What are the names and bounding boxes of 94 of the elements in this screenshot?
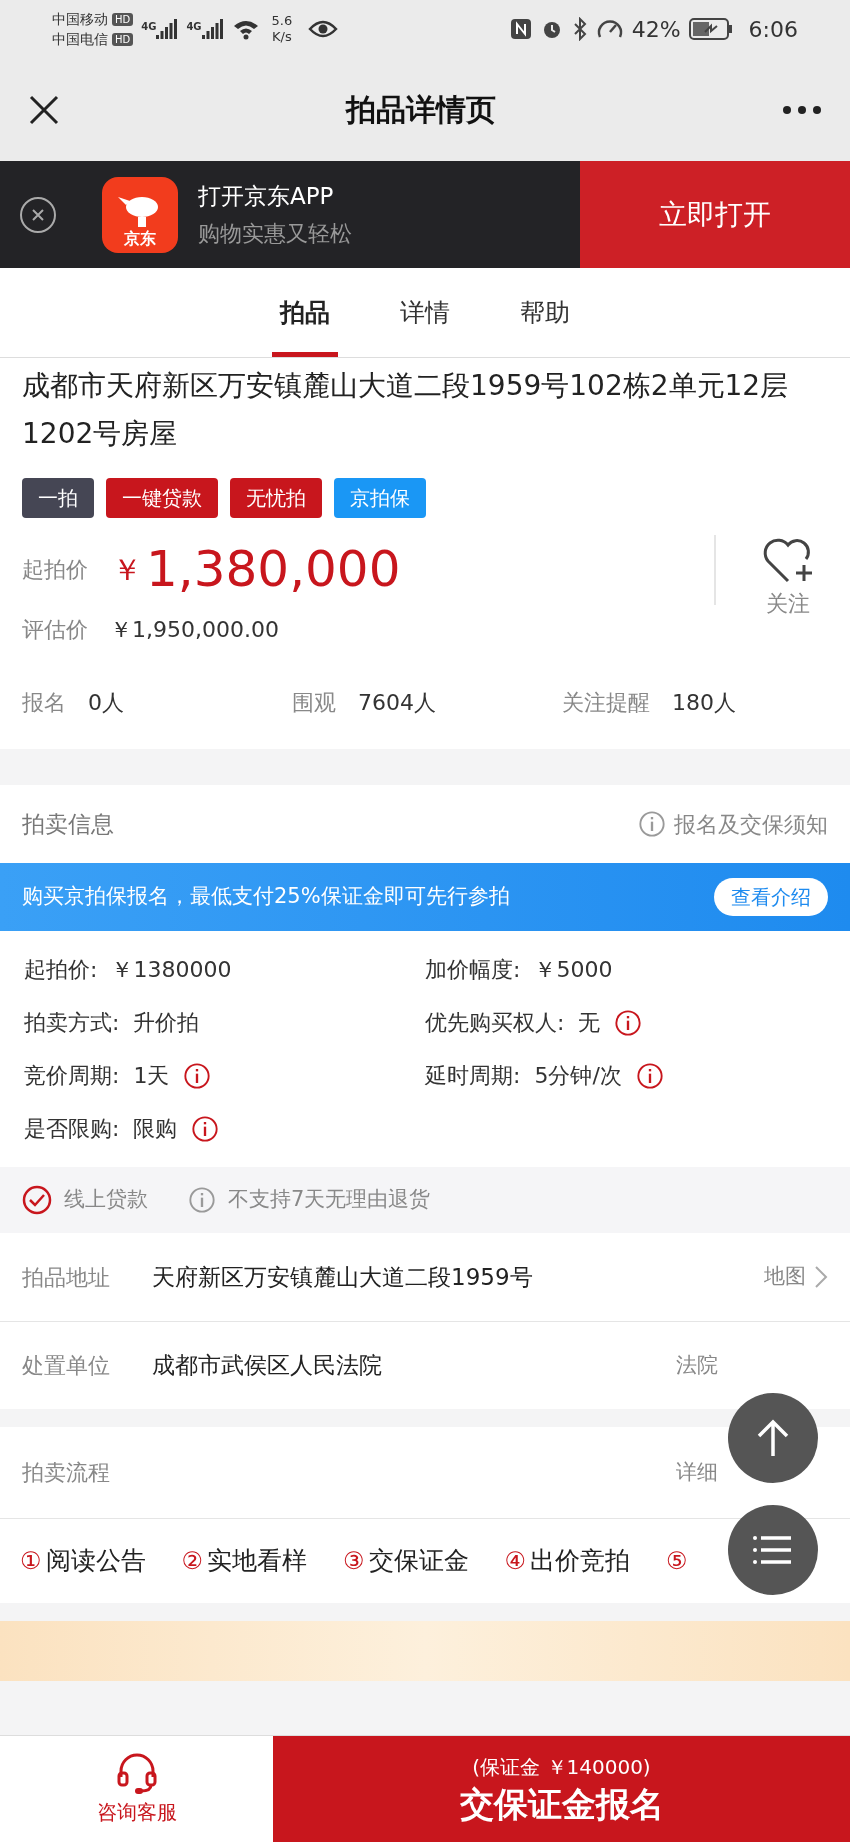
arrow-up-icon xyxy=(755,1418,791,1458)
network-label: 4G xyxy=(141,20,157,34)
section-title: 拍卖信息 xyxy=(22,809,114,839)
promo-text: 购买京拍保报名，最低支付25%保证金即可先行参拍 xyxy=(22,883,510,911)
item-title: 成都市天府新区万安镇麓山大道二段1959号102栋2单元12层1202号房屋 xyxy=(22,368,790,452)
chevron-icon xyxy=(814,1265,828,1289)
step-number: ① xyxy=(20,1546,42,1577)
row-link[interactable]: 法院 xyxy=(676,1349,718,1382)
signal-icon xyxy=(201,19,224,39)
hd-badge: HD xyxy=(112,12,134,26)
open-app-button[interactable]: 立即打开 xyxy=(580,161,850,268)
step-number: ④ xyxy=(504,1546,527,1577)
view-intro-button[interactable]: 查看介绍 xyxy=(714,878,828,916)
field-value: ￥1380000 xyxy=(111,956,232,984)
field-label: 加价幅度: xyxy=(425,956,521,984)
field-value: 限购 xyxy=(133,1115,178,1143)
banner-title: 打开京东APP xyxy=(198,181,335,211)
tab[interactable]: 详情 xyxy=(392,268,458,357)
info-icon xyxy=(188,1186,216,1214)
battery-percent: 42% xyxy=(631,15,681,44)
row-value: 成都市武侯区人民法院 xyxy=(152,1351,382,1381)
field-value: 无 xyxy=(578,1009,601,1037)
signal-icon xyxy=(156,19,179,39)
deposit-amount: (保证金 ￥140000) xyxy=(472,1754,651,1781)
stat-label: 关注提醒 xyxy=(562,689,650,717)
info-icon xyxy=(638,810,666,838)
speed-unit: K/s xyxy=(272,29,292,45)
dismiss-button[interactable] xyxy=(20,196,56,233)
step-label: 交保证金 xyxy=(368,1545,469,1578)
step-number: ⑤ xyxy=(666,1546,688,1577)
battery-icon xyxy=(688,18,733,40)
feature-label: 不支持7天无理由退货 xyxy=(228,1186,431,1214)
row-value: 天府新区万安镇麓山大道二段1959号 xyxy=(152,1262,533,1292)
info-icon xyxy=(614,1008,643,1037)
menu-icon xyxy=(753,1533,793,1567)
stat-label: 报名 xyxy=(22,689,66,717)
step-label: 实地看样 xyxy=(207,1545,308,1578)
tab[interactable]: 帮助 xyxy=(512,268,578,357)
clock-time: 6:06 xyxy=(748,15,798,44)
info-icon xyxy=(635,1061,664,1090)
stat-value: 0人 xyxy=(88,689,124,717)
step-number: ③ xyxy=(343,1546,365,1577)
network-label: 4G xyxy=(186,20,202,34)
step-label: 阅读公告 xyxy=(45,1545,146,1578)
start-price: 1,380,000 xyxy=(146,539,401,600)
currency-symbol: ￥ xyxy=(112,551,142,589)
field-label: 竞价周期: xyxy=(24,1062,120,1090)
carrier-name: 中国移动 xyxy=(52,10,108,29)
close-icon xyxy=(28,93,60,126)
estimate-label: 评估价 xyxy=(22,616,88,644)
estimate-price: ￥1,950,000.00 xyxy=(110,616,279,644)
logo-text: 京东 xyxy=(124,228,156,249)
tag: 一键贷款 xyxy=(106,478,218,518)
register-label: 交保证金报名 xyxy=(459,1783,664,1826)
field-label: 是否限购: xyxy=(24,1115,120,1143)
field-value: 5分钟/次 xyxy=(534,1062,622,1090)
field-value: ￥5000 xyxy=(534,956,613,984)
field-label: 拍卖方式: xyxy=(24,1009,120,1037)
info-icon xyxy=(191,1114,220,1143)
notice-link[interactable]: 报名及交保须知 xyxy=(638,807,828,841)
field-label: 优先购买权人: xyxy=(425,1009,565,1037)
row-link[interactable]: 地图 xyxy=(764,1261,828,1293)
more-icon xyxy=(782,104,822,115)
info-icon xyxy=(183,1061,212,1090)
section-title: 拍卖流程 xyxy=(22,1459,110,1487)
price-label: 起拍价 xyxy=(22,556,88,584)
tag: 无忧拍 xyxy=(230,478,322,518)
stat-value: 7604人 xyxy=(358,689,436,717)
banner-subtitle: 购物实惠又轻松 xyxy=(198,220,352,249)
field-value: 升价拍 xyxy=(133,1009,200,1037)
close-icon xyxy=(31,207,45,222)
network-speed: 5.6 xyxy=(271,13,293,29)
customer-service-button[interactable]: 咨询客服 xyxy=(0,1736,273,1842)
field-label: 延时周期: xyxy=(425,1062,521,1090)
feature-label: 线上贷款 xyxy=(64,1186,148,1214)
eye-icon xyxy=(308,19,339,39)
follow-button[interactable]: 关注 xyxy=(760,534,816,620)
page-title: 拍品详情页 xyxy=(344,91,497,129)
field-label: 起拍价: xyxy=(24,956,98,984)
stat-value: 180人 xyxy=(672,689,736,717)
step-label: 出价竞拍 xyxy=(530,1545,631,1578)
register-button[interactable]: (保证金 ￥140000) 交保证金报名 xyxy=(273,1736,850,1842)
row-label: 拍品地址 xyxy=(22,1263,111,1292)
field-value: 1天 xyxy=(133,1062,170,1090)
nfc-icon xyxy=(509,18,532,40)
hd-badge: HD xyxy=(112,32,134,46)
row-label: 处置单位 xyxy=(22,1352,111,1380)
process-link[interactable]: 详细 xyxy=(676,1456,718,1489)
step-number: ② xyxy=(181,1546,204,1577)
carrier-name: 中国电信 xyxy=(52,30,108,49)
tag: 一拍 xyxy=(22,478,94,518)
tag: 京拍保 xyxy=(334,478,426,518)
bluetooth-icon xyxy=(571,17,588,41)
stat-label: 围观 xyxy=(292,689,336,717)
